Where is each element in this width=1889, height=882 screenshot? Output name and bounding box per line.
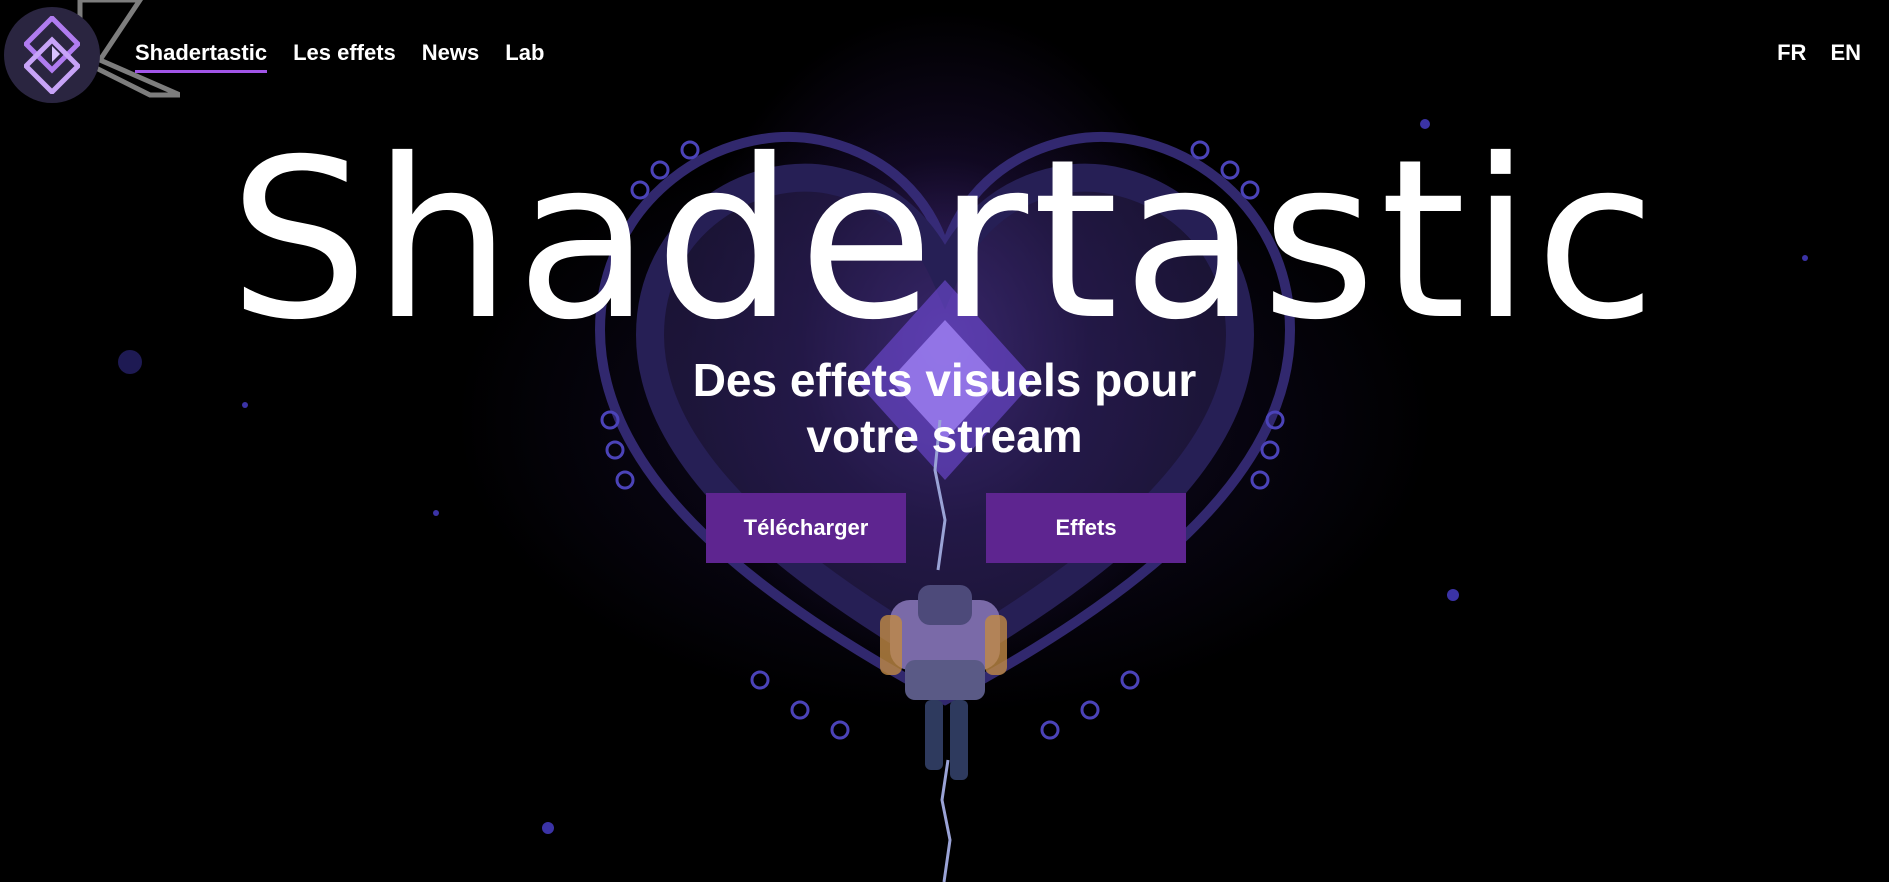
nav-item-les-effets[interactable]: Les effets [293, 40, 396, 73]
shadertastic-logo-icon[interactable] [4, 7, 100, 103]
lang-fr-button[interactable]: FR [1777, 40, 1806, 66]
lang-en-button[interactable]: EN [1830, 40, 1861, 66]
nav-item-shadertastic[interactable]: Shadertastic [135, 40, 268, 73]
logo-diamond-icon [24, 16, 80, 94]
hero-subtitle: Des effets visuels pour votre stream [0, 352, 1889, 464]
astronaut-figure [880, 585, 1007, 780]
nav-item-news[interactable]: News [422, 40, 479, 73]
hero-subtitle-line1: Des effets visuels pour [692, 354, 1197, 406]
download-button[interactable]: Télécharger [706, 493, 906, 563]
nav-item-lab[interactable]: Lab [505, 40, 544, 73]
hero-title: Shadertastic [228, 112, 1661, 368]
hero-subtitle-line2: votre stream [806, 410, 1083, 462]
effects-button[interactable]: Effets [986, 493, 1186, 563]
main-nav: Shadertastic Les effets News Lab [135, 40, 544, 73]
language-switcher: FR EN [1777, 40, 1861, 66]
